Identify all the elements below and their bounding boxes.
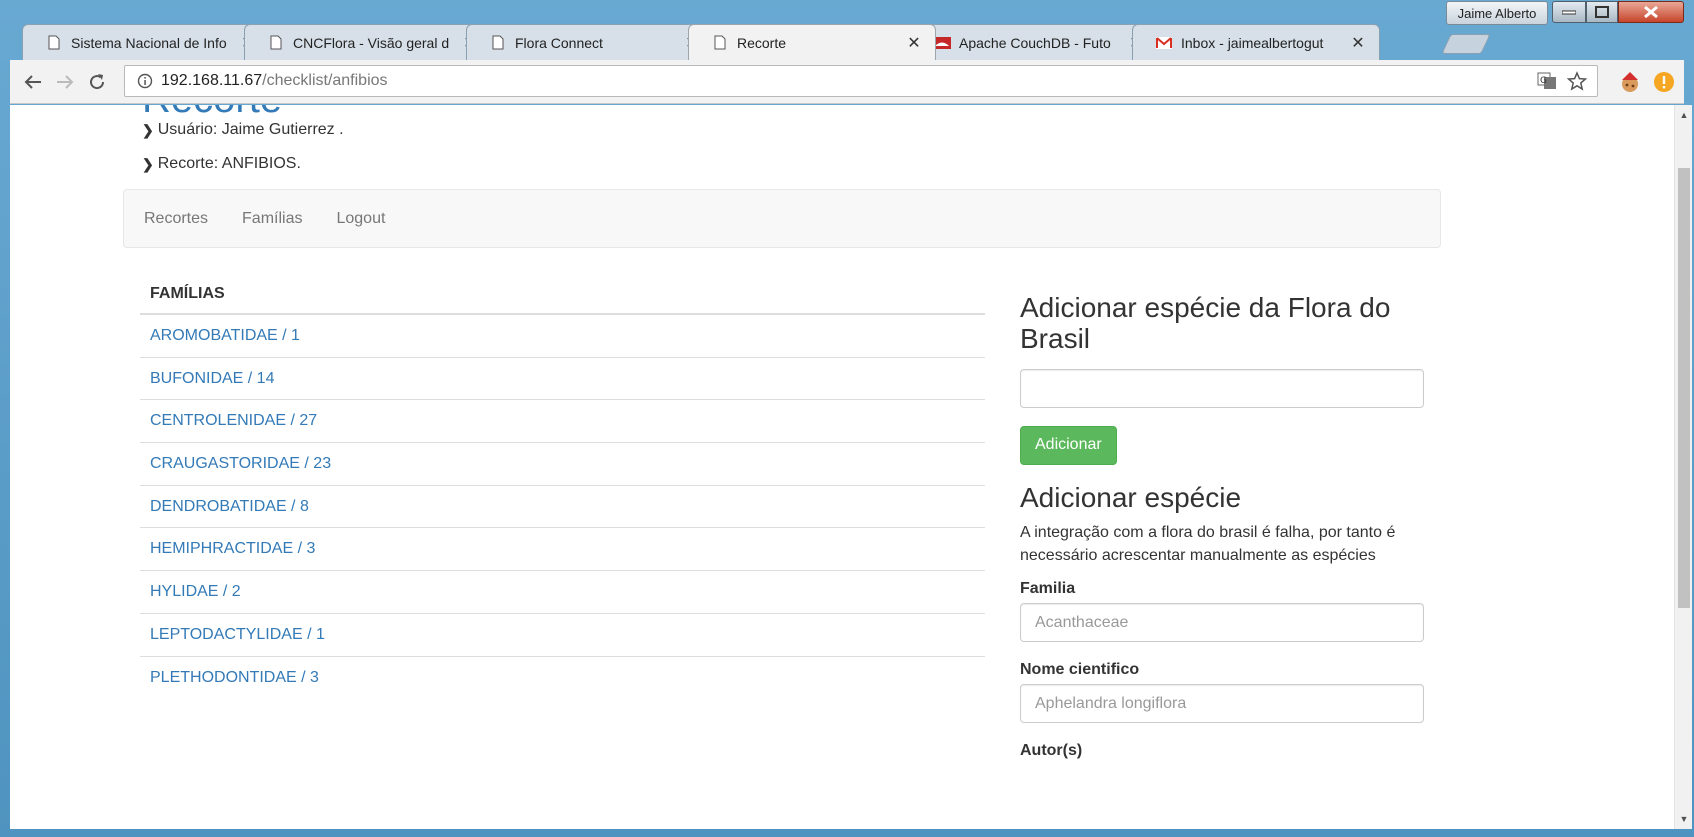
usuario-text: Usuário: Jaime Gutierrez . [157,121,344,138]
nav-recortes[interactable]: Recortes [144,210,208,228]
alert-icon[interactable] [1652,70,1676,94]
family-link[interactable]: HYLIDAE / 2 [150,583,241,601]
autor-label: Autor(s) [1020,742,1083,760]
scroll-up-arrow-icon[interactable]: ▲ [1679,110,1689,120]
forward-arrow-icon [57,75,74,89]
browser-toolbar: 192.168.11.67/checklist/anfibios G [10,60,1684,104]
chevron-right-icon: ❯ [142,121,154,138]
page-viewport: Recorte ❯ Usuário: Jaime Gutierrez . ❯ R… [10,105,1674,829]
tab-sistema[interactable]: Sistema Nacional de Info ✕ [22,24,270,60]
page-icon [711,34,729,52]
bookmark-star-icon[interactable] [1567,71,1587,91]
nome-cientifico-field[interactable]: Aphelandra longiflora [1020,684,1424,724]
tab-inbox[interactable]: Inbox - jaimealbertogut ✕ [1132,24,1380,60]
table-row: HEMIPHRACTIDAE / 3 [140,528,985,572]
recorte-line: ❯ Recorte: ANFIBIOS. [142,155,301,173]
family-link[interactable]: CENTROLENIDAE / 27 [150,412,317,430]
usuario-line: ❯ Usuário: Jaime Gutierrez . [142,121,344,139]
family-link[interactable]: HEMIPHRACTIDAE / 3 [150,540,315,558]
tab-close-icon[interactable]: ✕ [905,34,923,52]
url-host: 192.168.11.67 [161,72,263,89]
familia-label: Familia [1020,580,1076,598]
restore-icon [1595,6,1609,18]
info-icon[interactable] [137,73,153,89]
tab-title: CNCFlora - Visão geral d [293,34,450,51]
tab-couchdb[interactable]: Apache CouchDB - Futo ✕ [910,24,1158,60]
reload-button[interactable] [84,69,110,95]
chevron-right-icon: ❯ [142,155,154,172]
profile-name: Jaime Alberto [1457,5,1537,21]
new-tab-button[interactable] [1441,34,1491,54]
tab-cncflora[interactable]: CNCFlora - Visão geral d ✕ [244,24,492,60]
translate-icon[interactable]: G [1537,71,1557,91]
table-row: CRAUGASTORIDAE / 23 [140,443,985,486]
page-icon [489,34,507,52]
tab-title: Flora Connect [515,34,603,51]
adicionar-button[interactable]: Adicionar [1020,425,1117,465]
page-icon [267,34,285,52]
nome-cientifico-label: Nome cientifico [1020,661,1140,679]
tab-flora-connect[interactable]: Flora Connect ✕ [466,24,714,60]
maximize-button[interactable] [1586,1,1618,23]
table-row: CENTROLENIDAE / 27 [140,400,985,444]
family-link[interactable]: LEPTODACTYLIDAE / 1 [150,626,325,644]
table-row: LEPTODACTYLIDAE / 1 [140,614,985,657]
tab-title: Apache CouchDB - Futo [959,34,1111,51]
add-species-heading: Adicionar espécie [1020,481,1242,513]
table-row: BUFONIDAE / 14 [140,358,985,401]
gmail-icon [1155,34,1173,52]
add-species-description: A integração com a flora do brasil é fal… [1020,524,1396,565]
family-link[interactable]: AROMOBATIDAE / 1 [150,327,300,345]
add-species-panel: Adicionar espécie da Flora do Brasil Adi… [1020,292,1424,760]
recorte-text: Recorte: ANFIBIOS. [157,155,301,172]
back-button[interactable] [20,69,46,95]
scroll-thumb[interactable] [1678,168,1690,608]
reload-icon [90,74,105,90]
extension-icon[interactable] [1618,70,1642,94]
family-link[interactable]: DENDROBATIDAE / 8 [150,498,309,516]
family-link[interactable]: PLETHODONTIDAE / 3 [150,669,319,687]
minimize-icon [1562,10,1576,15]
nav-familias[interactable]: Famílias [242,210,302,228]
back-arrow-icon [24,75,41,89]
scroll-down-arrow-icon[interactable]: ▼ [1679,814,1689,824]
families-header: FAMÍLIAS [140,277,985,315]
forward-button[interactable] [52,69,78,95]
add-flora-heading: Adicionar espécie da Flora do Brasil [1020,292,1391,354]
table-row: DENDROBATIDAE / 8 [140,486,985,529]
table-row: HYLIDAE / 2 [140,571,985,614]
tab-title: Sistema Nacional de Info [71,34,227,51]
page-title: Recorte [142,105,282,122]
family-link[interactable]: CRAUGASTORIDAE / 23 [150,455,331,473]
minimize-button[interactable] [1552,1,1586,23]
table-row: AROMOBATIDAE / 1 [140,315,985,358]
familia-field[interactable]: Acanthaceae [1020,603,1424,643]
close-window-button[interactable] [1618,1,1684,23]
page-scrollbar[interactable]: ▲ ▼ [1674,105,1692,829]
table-row: PLETHODONTIDAE / 3 [140,657,985,700]
tab-title: Recorte [737,34,787,51]
page-icon [45,34,63,52]
tab-title: Inbox - jaimealbertogut [1181,34,1324,51]
browser-window: Jaime Alberto Sistema Nacional de Info ✕… [0,0,1694,837]
tab-recorte[interactable]: Recorte ✕ [688,24,936,60]
main-navbar: Recortes Famílias Logout [123,189,1441,248]
close-icon [1644,5,1658,19]
tab-close-icon[interactable]: ✕ [1349,34,1367,52]
flora-search-input[interactable] [1020,368,1424,408]
address-bar[interactable]: 192.168.11.67/checklist/anfibios G [124,65,1598,97]
svg-text:G: G [1540,76,1547,86]
url-path: /checklist/anfibios [262,72,388,89]
nav-logout[interactable]: Logout [336,210,385,228]
tab-strip: Sistema Nacional de Info ✕ CNCFlora - Vi… [14,22,1514,60]
santa-cookie-icon [1622,72,1638,92]
family-link[interactable]: BUFONIDAE / 14 [150,370,274,388]
families-table: FAMÍLIAS AROMOBATIDAE / 1 BUFONIDAE / 14… [140,277,985,699]
